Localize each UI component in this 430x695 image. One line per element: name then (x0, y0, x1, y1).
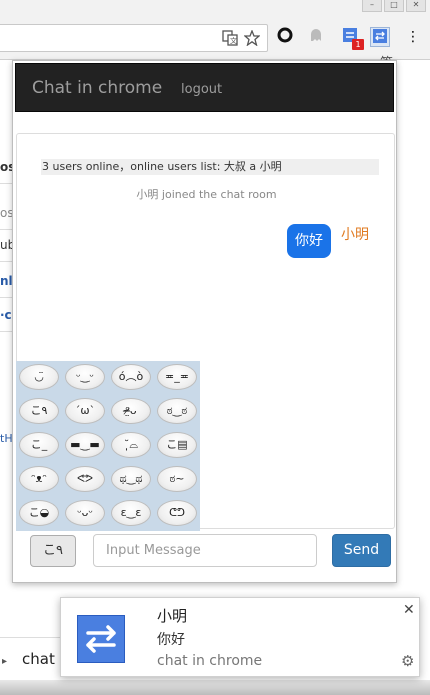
emoji-item[interactable]: ó︵ò (111, 364, 151, 390)
bg-side-text: tH (0, 432, 13, 445)
emoji-item[interactable]: ᵒ̴̶̷̤ᴗ (111, 398, 151, 424)
join-notice: 小明 joined the chat room (136, 188, 277, 201)
emoji-item[interactable]: こ◒ (19, 500, 59, 526)
browser-toolbar: – □ ✕ 文 1 ⋮ 签 (0, 0, 430, 71)
emoji-item[interactable]: こ_ (19, 432, 59, 458)
emoji-item[interactable]: ᵕᴗᵕ (65, 500, 105, 526)
gear-icon[interactable]: ⚙ (401, 652, 414, 670)
emoji-item[interactable]: ▬‿▬ (65, 432, 105, 458)
address-bar[interactable]: 文 (0, 24, 268, 52)
message-input[interactable]: Input Message (93, 534, 317, 567)
emoji-item[interactable]: ◡̈ (19, 364, 59, 390)
notification-app-icon (77, 615, 125, 663)
emoji-item[interactable]: ಠ‿ಠ (157, 398, 197, 424)
file-icon: ▸ (2, 656, 8, 667)
desktop-notification[interactable]: 小明 你好 chat in chrome ✕ ⚙ (60, 597, 420, 677)
emoji-item[interactable]: ε‿ε (111, 500, 151, 526)
send-button[interactable]: Send (332, 534, 391, 567)
extension-badge: 1 (352, 39, 364, 50)
bottom-tab-label[interactable]: chat i (22, 650, 64, 668)
svg-text:文: 文 (230, 36, 237, 45)
translate-icon[interactable]: 文 (222, 30, 238, 50)
extension-ghost-icon[interactable] (306, 27, 326, 47)
notification-message: 你好 (157, 632, 185, 648)
brand-title[interactable]: Chat in chrome (32, 78, 162, 98)
emoji-item[interactable]: ˘̩̩̩⌓ (111, 432, 151, 458)
emoji-item[interactable]: ಥ‿ಥ (111, 466, 151, 492)
maximize-button[interactable]: □ (384, 0, 404, 12)
emoji-item[interactable]: ᕦᕤ (157, 500, 197, 526)
emoji-item[interactable]: ᕙᕗ (65, 466, 105, 492)
notification-title: 小明 (157, 607, 188, 625)
emoji-item[interactable]: ᵔᴥᵔ (19, 466, 59, 492)
online-users-status: 3 users online，online users list: 大叔 a 小… (41, 159, 379, 175)
emoji-toggle-button[interactable]: こ٩ (30, 535, 76, 567)
message-sender: 小明 (341, 227, 369, 243)
emoji-item[interactable]: ˊωˋ (65, 398, 105, 424)
emoji-item[interactable]: ᵕ‿ᵕ (65, 364, 105, 390)
message-bubble: 你好 (287, 224, 331, 258)
chrome-menu-icon[interactable]: ⋮ (403, 27, 423, 47)
notification-source: chat in chrome (157, 653, 263, 669)
window-controls: – □ ✕ (362, 0, 426, 12)
bottom-shadow (0, 680, 430, 695)
close-window-button[interactable]: ✕ (406, 0, 426, 12)
emoji-item[interactable]: こ٩ (19, 398, 59, 424)
emoji-item[interactable]: ≖_≖ (157, 364, 197, 390)
emoji-item[interactable]: ಠ~ (157, 466, 197, 492)
emoji-item[interactable]: こ▤ (157, 432, 197, 458)
navbar: Chat in chrome logout (15, 63, 394, 112)
close-icon[interactable]: ✕ (403, 602, 415, 618)
chat-popup: Chat in chrome logout 3 users online，onl… (12, 60, 397, 583)
minimize-button[interactable]: – (362, 0, 382, 12)
star-icon[interactable] (243, 29, 261, 50)
active-extension-icon[interactable] (370, 27, 390, 47)
emoji-picker: ◡̈ ᵕ‿ᵕ ó︵ò ≖_≖ こ٩ ˊωˋ ᵒ̴̶̷̤ᴗ ಠ‿ಠ こ_ ▬‿▬ … (16, 361, 200, 531)
extension-circle-icon[interactable] (275, 27, 295, 47)
logout-link[interactable]: logout (181, 82, 222, 97)
